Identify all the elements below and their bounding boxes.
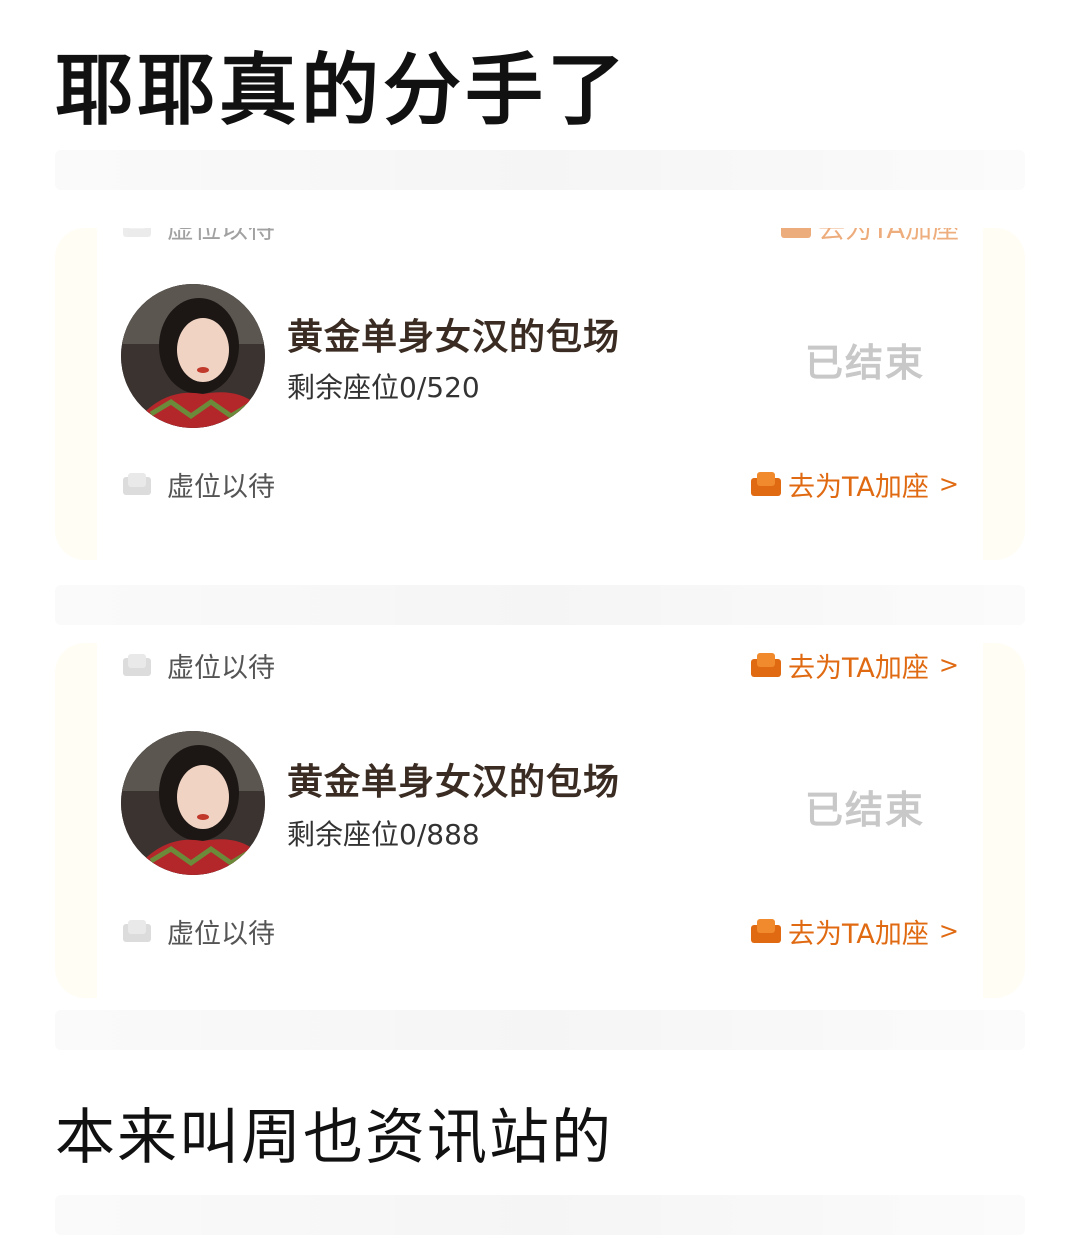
add-seat-link[interactable]: 去为TA加座 > [750,646,959,685]
pending-label: 虚位以待 [167,471,275,503]
avatar-portrait [121,731,265,875]
background-row [55,1195,1025,1235]
pending-label: 虚位以待 [167,652,275,684]
add-seat-link[interactable]: 去为TA加座 > [750,912,959,951]
pending-seat: 虚位以待 [121,465,275,504]
avatar [121,284,265,428]
background-row [55,1010,1025,1050]
add-seat-label: 去为TA加座 [818,228,959,245]
add-seat-label: 去为TA加座 [788,918,929,950]
pending-label: 虚位以待 [167,918,275,950]
sofa-orange-icon [751,472,782,496]
pending-seat: 虚位以待 [121,228,275,246]
pending-seat: 虚位以待 [121,646,275,685]
sofa-gray-icon [123,920,151,942]
sofa-orange-icon [751,653,782,677]
sofa-gray-icon [123,473,151,495]
sofa-gray-icon [123,654,151,676]
sofa-orange-icon [781,228,812,238]
card-top-row: 虚位以待 去为TA加座 [121,228,959,246]
background-row [55,585,1025,625]
event-title: 黄金单身女汉的包场 [287,317,621,358]
add-seat-link[interactable]: 去为TA加座 > [750,465,959,504]
avatar [121,731,265,875]
caption-text: 本来叫周也资讯站的 [55,1103,613,1173]
card-bottom-row: 虚位以待 去为TA加座 > [121,911,959,951]
card-top-row: 虚位以待 去为TA加座 > [121,645,959,685]
screening-card[interactable]: 虚位以待 去为TA加座 黄金单身女汉的包场 剩余座位0/520 已结束 虚位以待… [55,228,1025,560]
seats-remaining: 剩余座位0/888 [287,818,480,851]
card-bottom-row: 虚位以待 去为TA加座 > [121,464,959,504]
screening-card[interactable]: 虚位以待 去为TA加座 > 黄金单身女汉的包场 剩余座位0/888 已结束 虚位… [55,643,1025,998]
seats-remaining: 剩余座位0/520 [287,371,480,404]
chevron-right-icon: > [938,470,959,498]
page: 耶耶真的分手了 虚位以待 去为TA加座 黄金单身女汉的包场 剩余座位0/520 … [0,0,1080,1260]
avatar-portrait [121,284,265,428]
sofa-gray-icon [123,228,151,237]
sofa-orange-icon [751,919,782,943]
chevron-right-icon: > [938,651,959,679]
add-seat-link[interactable]: 去为TA加座 [780,228,959,246]
add-seat-label: 去为TA加座 [788,652,929,684]
chevron-right-icon: > [938,917,959,945]
event-title: 黄金单身女汉的包场 [287,762,621,803]
background-row [55,150,1025,190]
add-seat-label: 去为TA加座 [788,471,929,503]
status-badge: 已结束 [804,788,925,832]
page-title: 耶耶真的分手了 [55,46,630,136]
pending-label: 虚位以待 [167,228,275,245]
status-badge: 已结束 [804,341,925,385]
pending-seat: 虚位以待 [121,912,275,951]
